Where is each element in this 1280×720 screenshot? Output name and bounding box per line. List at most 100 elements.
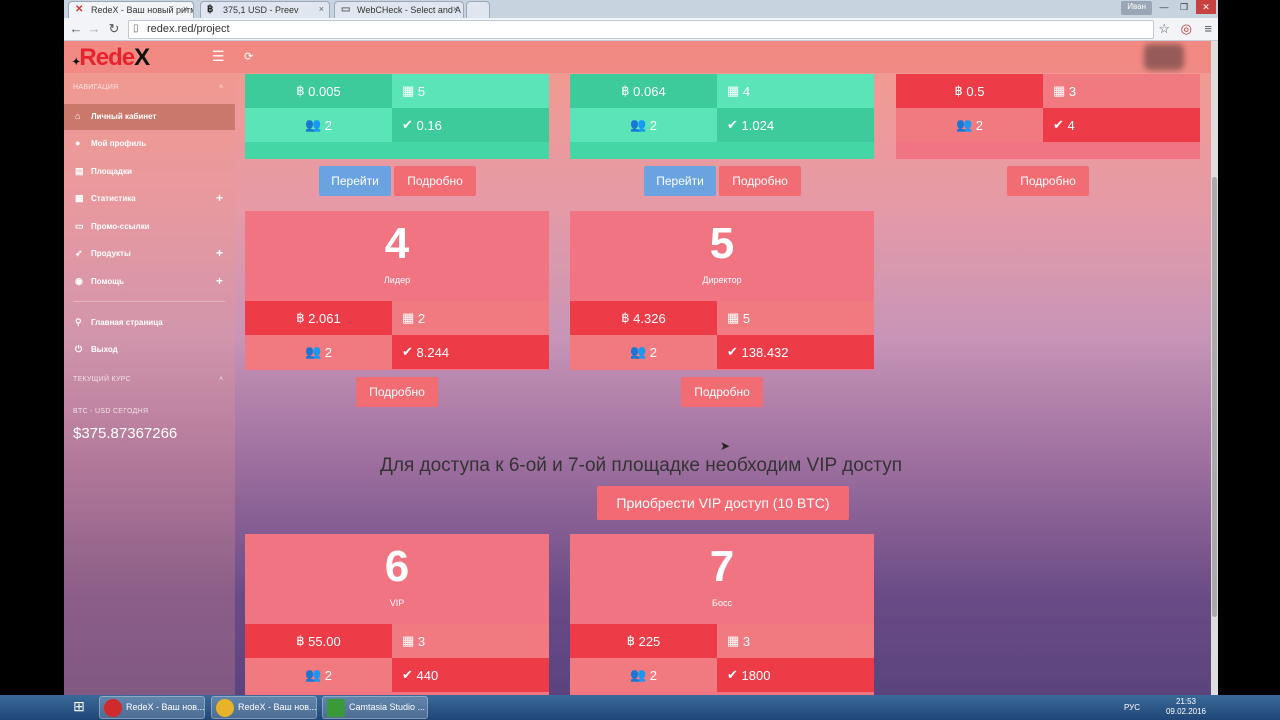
check-icon: ✔ xyxy=(1053,117,1068,132)
chevron-up-icon[interactable]: ˄ xyxy=(219,84,223,91)
sidebar-item-cabinet[interactable]: ⌂ Личный кабинет xyxy=(64,104,235,130)
taskbar-item-chrome[interactable]: RedeX - Ваш нов... xyxy=(211,696,317,719)
camtasia-icon xyxy=(327,699,345,717)
btc-price: ฿ 55.00 xyxy=(245,624,392,658)
card-number: 5 xyxy=(709,219,735,268)
bitcoin-icon: ฿ xyxy=(621,83,634,98)
details-button[interactable]: Подробно xyxy=(719,166,801,196)
sidebar-item-label: Главная страница xyxy=(91,318,163,327)
close-tab-icon[interactable]: × xyxy=(319,4,324,14)
avatar[interactable] xyxy=(1144,44,1184,70)
sidebar-item-statistics[interactable]: ▦ Статистика + xyxy=(64,186,235,212)
windows-start-icon[interactable]: ⊞ xyxy=(66,698,92,718)
page-info-icon: ▯ xyxy=(133,23,139,34)
tab-preev[interactable]: ฿ 375,1 USD - Preev × xyxy=(200,1,330,18)
tab-webcheck[interactable]: ▭ WebCHeck - Select and A × xyxy=(334,1,464,18)
details-button[interactable]: Подробно xyxy=(356,377,438,407)
close-tab-icon[interactable]: × xyxy=(183,4,188,14)
refresh-icon[interactable]: ⟳ xyxy=(244,50,253,63)
details-button[interactable]: Подробно xyxy=(394,166,476,196)
users-icon: 👥 xyxy=(304,344,325,359)
users-icon: 👥 xyxy=(629,344,650,359)
card-title: Лидер xyxy=(383,275,411,285)
power-icon: ⏻ xyxy=(75,344,83,354)
redex-logo[interactable]: ✦RedeX xyxy=(72,44,150,72)
forward-icon[interactable]: → xyxy=(86,21,102,36)
details-button[interactable]: Подробно xyxy=(681,377,763,407)
extension-icon[interactable]: ◎ xyxy=(1181,21,1192,37)
go-button[interactable]: Перейти xyxy=(644,166,716,196)
hamburger-icon[interactable]: ☰ xyxy=(212,48,225,65)
sidebar-item-promo[interactable]: ▭ Промо-ссылки xyxy=(64,214,235,240)
btc-value: 0.005 xyxy=(308,83,341,99)
sidebar-item-products[interactable]: ➶ Продукты + xyxy=(64,241,235,267)
table-icon: ▦ xyxy=(402,633,418,648)
bitcoin-icon: ฿ xyxy=(207,4,214,15)
details-button[interactable]: Подробно xyxy=(1007,166,1089,196)
close-window-button[interactable]: ✕ xyxy=(1196,0,1216,14)
table-icon: ▦ xyxy=(727,83,743,98)
people-count: 👥 2 xyxy=(570,335,717,369)
earnings: ✔ 1.024 xyxy=(717,108,874,142)
btc-value: 55.00 xyxy=(308,633,341,649)
star-icon[interactable]: ☆ xyxy=(1158,21,1170,37)
browser-window: ✕ RedeX - Ваш новый ритм × ฿ 375,1 USD - Pr… xyxy=(64,0,1218,695)
btc-value: 225 xyxy=(638,633,661,649)
address-toolbar: ← → ↻ ▯ redex.red/project ☆ ◎ ≡ xyxy=(64,18,1218,41)
places-value: 2 xyxy=(417,310,426,326)
scrollbar[interactable] xyxy=(1211,41,1218,695)
places-count: ▦ 5 xyxy=(392,74,549,108)
taskbar-label: Camtasia Studio ... xyxy=(349,702,426,712)
profile-user-label[interactable]: Иван xyxy=(1121,1,1152,15)
chrome-icon xyxy=(216,699,234,717)
maximize-button[interactable]: ❐ xyxy=(1174,0,1194,14)
menu-icon[interactable]: ≡ xyxy=(1204,21,1212,36)
sidebar-item-help[interactable]: ◉ Помощь + xyxy=(64,269,235,295)
rate-heading: ТЕКУЩИЙ КУРС ˄ xyxy=(73,376,223,383)
new-tab-button[interactable] xyxy=(466,1,490,18)
sidebar-item-home[interactable]: ⚲ Главная страница xyxy=(64,310,235,336)
taskbar-item-camtasia[interactable]: Camtasia Studio ... xyxy=(322,696,428,719)
btc-value: 2.061 xyxy=(308,310,341,326)
tab-redex[interactable]: ✕ RedeX - Ваш новый ритм × xyxy=(68,1,194,18)
back-icon[interactable]: ← xyxy=(68,21,84,36)
go-button[interactable]: Перейти xyxy=(319,166,391,196)
bitcoin-icon: ฿ xyxy=(626,633,639,648)
tab-label: WebCHeck - Select and A xyxy=(357,5,461,15)
close-tab-icon[interactable]: × xyxy=(453,4,458,14)
earnings: ✔ 1800 xyxy=(717,658,874,692)
sidebar-item-logout[interactable]: ⏻ Выход xyxy=(64,337,235,363)
url-input[interactable]: ▯ redex.red/project xyxy=(128,20,1154,39)
taskbar-item-opera[interactable]: RedeX - Ваш нов... xyxy=(99,696,205,719)
sidebar-item-label: Мой профиль xyxy=(91,139,147,148)
sidebar-item-label: Площадки xyxy=(91,167,132,176)
btc-usd-rate: $375.87367266 xyxy=(73,425,178,442)
users-icon: 👥 xyxy=(629,117,650,132)
places-value: 5 xyxy=(417,83,426,99)
rate-label: BTC - USD СЕГОДНЯ xyxy=(73,408,149,415)
check-icon: ✔ xyxy=(402,344,417,359)
earn-value: 4 xyxy=(1067,117,1075,133)
plus-icon: + xyxy=(216,274,224,288)
reload-icon[interactable]: ↻ xyxy=(106,21,122,37)
card-number: 4 xyxy=(384,219,410,268)
clock-time: 21:53 xyxy=(1175,697,1196,706)
sidebar-item-platforms[interactable]: ▤ Площадки xyxy=(64,159,235,185)
places-count: ▦ 5 xyxy=(717,301,874,335)
language-indicator[interactable]: РУС xyxy=(1124,703,1140,712)
minimize-button[interactable]: — xyxy=(1154,0,1174,14)
buy-vip-button[interactable]: Приобрести VIP доступ (10 BTC) xyxy=(597,486,849,520)
chevron-up-icon[interactable]: ˄ xyxy=(219,376,223,383)
platform-card-3: ฿ 0.5 ▦ 3 👥 2 ✔ 4 xyxy=(896,74,1200,159)
scrollbar-thumb[interactable] xyxy=(1212,177,1217,617)
people-count: 👥 2 xyxy=(570,108,717,142)
sidebar-item-profile[interactable]: ● Мой профиль xyxy=(64,131,235,157)
people-value: 2 xyxy=(324,117,333,133)
clock[interactable]: 21:53 09.02.2016 xyxy=(1166,697,1206,717)
earn-value: 440 xyxy=(416,667,439,683)
places-count: ▦ 3 xyxy=(1043,74,1200,108)
card-number: 6 xyxy=(384,542,410,591)
places-value: 4 xyxy=(742,83,751,99)
btc-value: 0.064 xyxy=(633,83,666,99)
clock-date: 09.02.2016 xyxy=(1165,707,1206,716)
